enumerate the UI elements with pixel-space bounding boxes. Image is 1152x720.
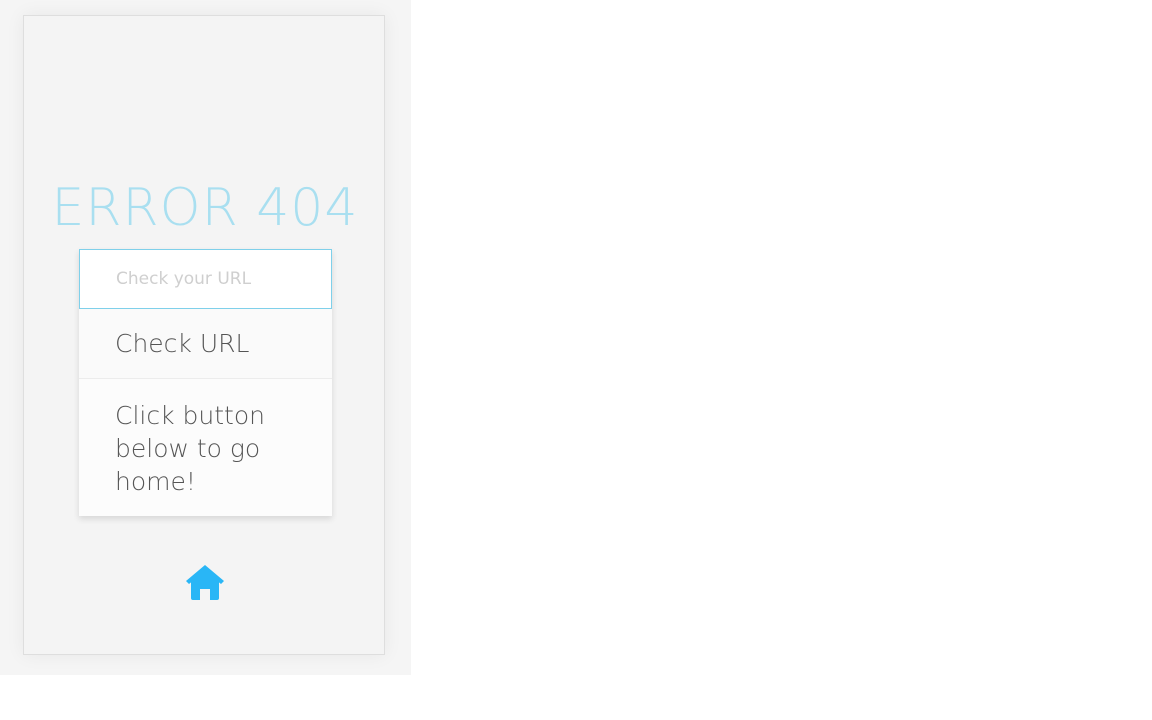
error-card: ERROR 404 Check URL Click button below t…: [23, 15, 385, 655]
error-title: ERROR 404: [51, 178, 359, 238]
url-check-panel: Check URL Click button below to go home!: [79, 249, 332, 516]
url-input[interactable]: [79, 249, 332, 309]
page-frame: ERROR 404 Check URL Click button below t…: [0, 0, 411, 675]
home-button[interactable]: [185, 564, 225, 600]
go-home-hint: Click button below to go home!: [115, 401, 265, 496]
check-url-button[interactable]: Check URL: [79, 309, 332, 379]
home-icon: [186, 565, 224, 600]
